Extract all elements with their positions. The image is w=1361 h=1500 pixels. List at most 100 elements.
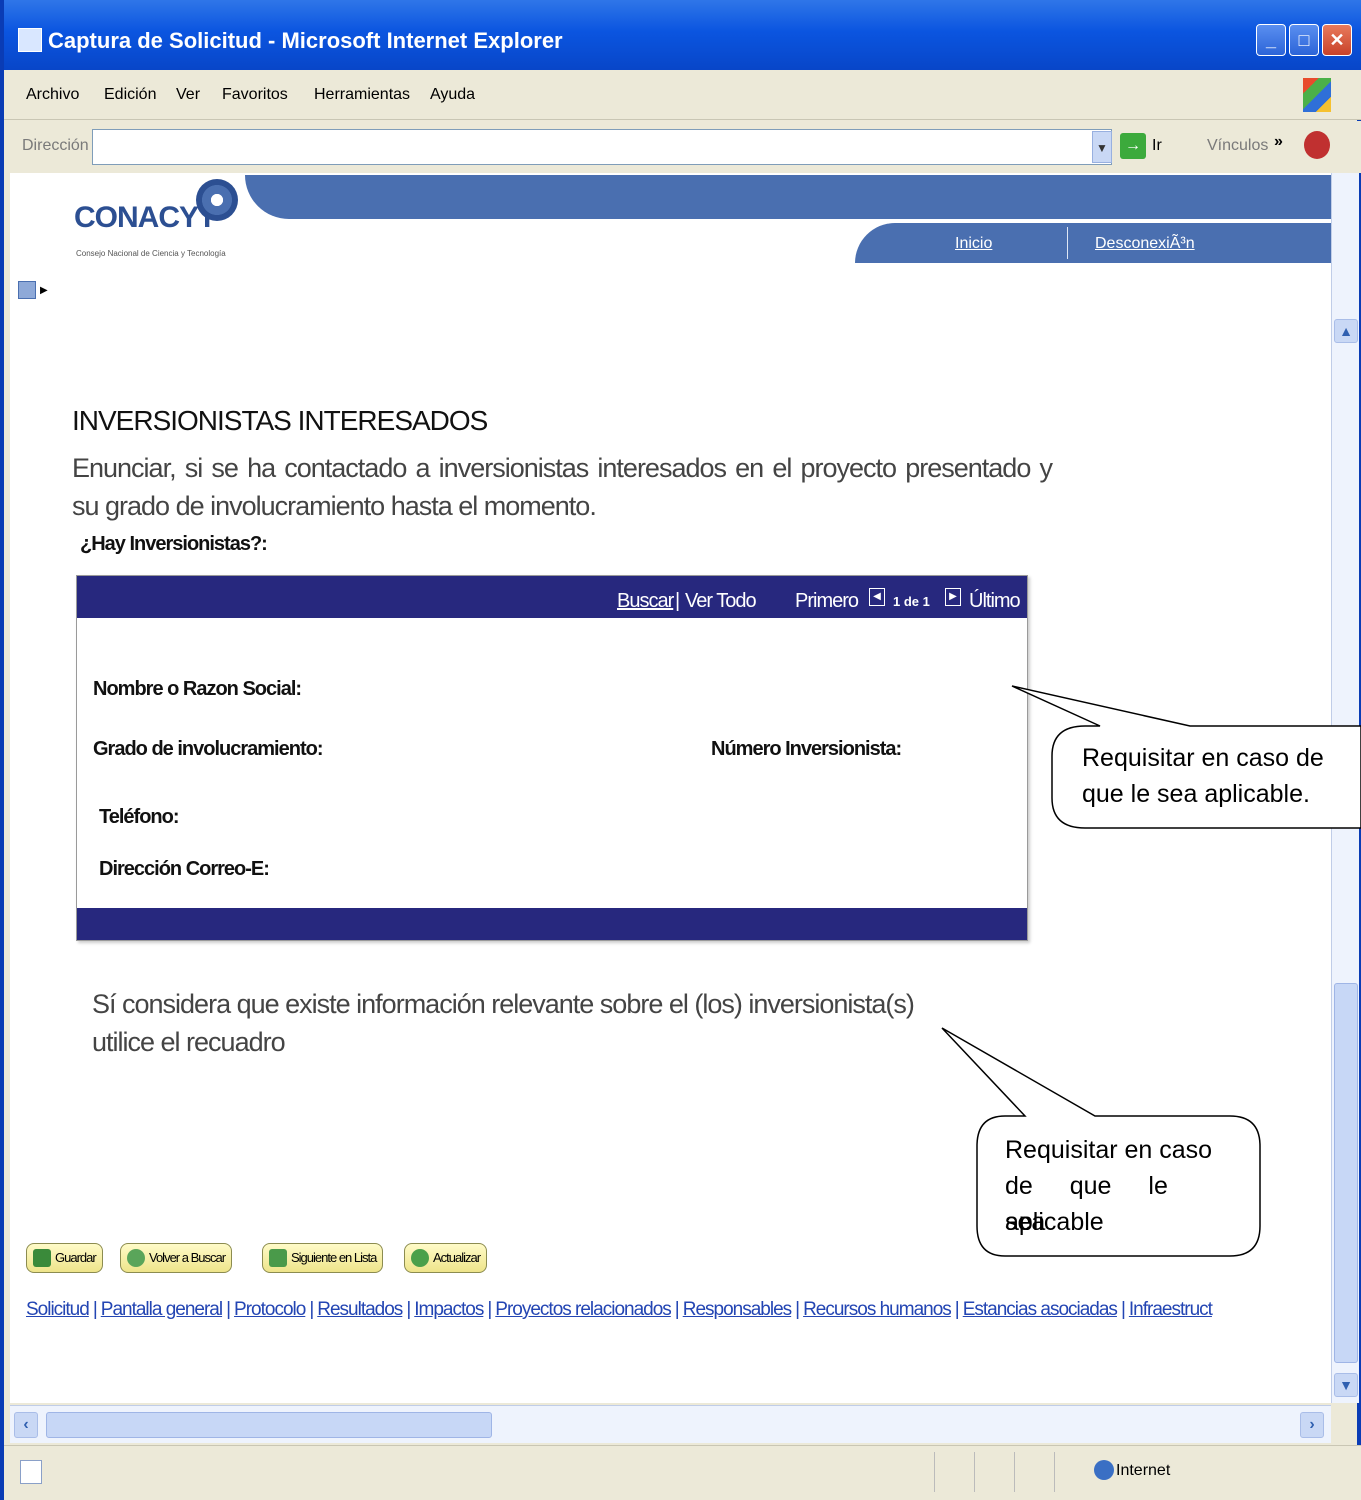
- grid-first-link[interactable]: Primero: [795, 590, 859, 613]
- callout-1-line-1: Requisitar en caso de: [1082, 744, 1324, 772]
- windows-logo-icon: [1303, 78, 1331, 112]
- grid-view-all-link[interactable]: Ver Todo: [685, 590, 757, 613]
- email-label: Dirección Correo-E:: [99, 858, 270, 880]
- menu-ver[interactable]: Ver: [176, 86, 200, 104]
- menu-favoritos[interactable]: Favoritos: [222, 86, 288, 104]
- status-bar: Internet: [4, 1445, 1361, 1500]
- scroll-left-icon[interactable]: ‹: [14, 1412, 38, 1438]
- link-resultados[interactable]: Resultados: [317, 1299, 403, 1320]
- go-arrow-icon[interactable]: →: [1120, 133, 1146, 159]
- link-estancias-asociadas[interactable]: Estancias asociadas: [963, 1299, 1118, 1320]
- header-band: [245, 175, 1331, 219]
- next-list-icon: [269, 1249, 287, 1267]
- links-button[interactable]: Vínculos: [1207, 137, 1268, 155]
- nav-logout-link[interactable]: DesconexiÃ³n: [1095, 235, 1195, 253]
- ie-page-icon: [18, 28, 42, 52]
- status-divider: [1014, 1452, 1016, 1492]
- callout-1-line-2: que le sea aplicable.: [1082, 780, 1310, 808]
- maximize-icon: □: [1298, 30, 1310, 50]
- scroll-up-icon[interactable]: ▲: [1334, 319, 1358, 343]
- chevron-right-icon[interactable]: »: [1274, 133, 1283, 151]
- menu-ayuda[interactable]: Ayuda: [430, 86, 475, 104]
- close-icon: ✕: [1329, 30, 1345, 50]
- horizontal-scroll-thumb[interactable]: [46, 1412, 492, 1438]
- address-label: Dirección: [22, 137, 89, 154]
- back-label: Volver a Buscar: [149, 1250, 226, 1265]
- next-arrow-icon[interactable]: ▶: [945, 588, 961, 606]
- grid-page-count: 1 de 1: [893, 594, 930, 609]
- link-protocolo[interactable]: Protocolo: [234, 1299, 306, 1320]
- grid-footer-bar: [77, 908, 1027, 940]
- save-icon: [33, 1249, 51, 1267]
- scroll-right-icon[interactable]: ›: [1300, 1412, 1324, 1438]
- refresh-label: Actualizar: [433, 1250, 481, 1265]
- page-status-icon: [20, 1460, 42, 1484]
- grid-last-link[interactable]: Último: [969, 590, 1021, 613]
- extension-icon[interactable]: [1304, 131, 1330, 159]
- address-input[interactable]: [92, 129, 1112, 165]
- go-button[interactable]: Ir: [1152, 137, 1162, 155]
- menu-archivo[interactable]: Archivo: [26, 86, 79, 104]
- header-nav: Inicio DesconexiÃ³n: [855, 223, 1331, 263]
- minimize-icon: _: [1265, 30, 1276, 50]
- callout-2-line-1: Requisitar en caso: [1005, 1136, 1213, 1164]
- security-zone: Internet: [1116, 1462, 1171, 1479]
- page-links: Solicitud | Pantalla general | Protocolo | Res…: [26, 1299, 1213, 1320]
- grid-find-link[interactable]: Buscar: [617, 590, 674, 613]
- search-icon: [127, 1249, 145, 1267]
- nav-divider: [1067, 227, 1068, 259]
- section-title: INVERSIONISTAS INTERESADOS: [72, 405, 488, 436]
- link-pantalla-general[interactable]: Pantalla general: [101, 1299, 223, 1320]
- section-description: Enunciar, si se ha contactado a inversio…: [72, 453, 1053, 521]
- conacyt-logo: CONACYT: [74, 201, 216, 234]
- back-to-search-button[interactable]: Volver a Buscar: [120, 1243, 233, 1273]
- link-responsables[interactable]: Responsables: [683, 1299, 792, 1320]
- next-in-list-button[interactable]: Siguiente en Lista: [262, 1243, 384, 1273]
- menu-bar: Archivo Edición Ver Favoritos Herramient…: [4, 70, 1361, 120]
- address-bar: Dirección ▼ → Ir Vínculos »: [4, 121, 1361, 173]
- name-label: Nombre o Razon Social:: [93, 678, 302, 700]
- title-bar: Captura de Solicitud - Microsoft Interne…: [4, 0, 1361, 70]
- phone-label: Teléfono:: [99, 806, 180, 828]
- address-dropdown-icon[interactable]: ▼: [1092, 131, 1112, 163]
- internet-globe-icon: [1094, 1460, 1114, 1480]
- vertical-scroll-thumb[interactable]: [1334, 983, 1358, 1363]
- scroll-down-icon[interactable]: ▼: [1334, 1373, 1358, 1397]
- link-solicitud[interactable]: Solicitud: [26, 1299, 90, 1320]
- link-recursos-humanos[interactable]: Recursos humanos: [803, 1299, 952, 1320]
- degree-label: Grado de involucramiento:: [93, 738, 323, 760]
- maximize-button[interactable]: □: [1289, 24, 1319, 56]
- site-header: Inicio DesconexiÃ³n CONACYT Consejo Naci…: [10, 173, 1331, 293]
- refresh-button[interactable]: Actualizar: [404, 1243, 488, 1273]
- page-nav-icon[interactable]: [18, 281, 36, 299]
- logo-emblem-icon: [196, 179, 238, 221]
- minimize-button[interactable]: _: [1256, 24, 1286, 56]
- grid-separator: |: [675, 590, 680, 612]
- link-infraestructura[interactable]: Infraestruct: [1129, 1299, 1213, 1320]
- investors-question: ¿Hay Inversionistas?:: [80, 533, 268, 555]
- menu-edicion[interactable]: Edición: [104, 86, 156, 104]
- menu-herramientas[interactable]: Herramientas: [314, 86, 410, 104]
- vertical-scrollbar[interactable]: ▲ ▼: [1331, 173, 1359, 1403]
- refresh-icon: [411, 1249, 429, 1267]
- grid-nav-bar: Buscar | Ver Todo Primero ◀ 1 de 1 ▶ Últ…: [77, 576, 1027, 618]
- status-divider: [1054, 1452, 1056, 1492]
- investor-number-label: Número Inversionista:: [711, 738, 902, 760]
- callout-2-line-3: aplicable: [1005, 1208, 1104, 1236]
- prev-arrow-icon[interactable]: ◀: [869, 588, 885, 606]
- status-divider: [974, 1452, 976, 1492]
- logo-subtitle: Consejo Nacional de Ciencia y Tecnología: [76, 249, 226, 258]
- link-impactos[interactable]: Impactos: [414, 1299, 484, 1320]
- info-text: Sí considera que existe información rele…: [92, 989, 915, 1057]
- link-proyectos-relacionados[interactable]: Proyectos relacionados: [495, 1299, 671, 1320]
- save-button[interactable]: Guardar: [26, 1243, 103, 1273]
- save-label: Guardar: [55, 1250, 97, 1265]
- close-button[interactable]: ✕: [1322, 24, 1352, 56]
- status-divider: [934, 1452, 936, 1492]
- nav-home-link[interactable]: Inicio: [955, 235, 992, 253]
- next-label: Siguiente en Lista: [291, 1250, 377, 1265]
- investors-grid: Buscar | Ver Todo Primero ◀ 1 de 1 ▶ Últ…: [76, 575, 1028, 941]
- horizontal-scrollbar[interactable]: ‹ ›: [10, 1405, 1331, 1443]
- window-title: Captura de Solicitud - Microsoft Interne…: [48, 28, 563, 53]
- expand-arrow-icon[interactable]: ▶: [40, 285, 48, 296]
